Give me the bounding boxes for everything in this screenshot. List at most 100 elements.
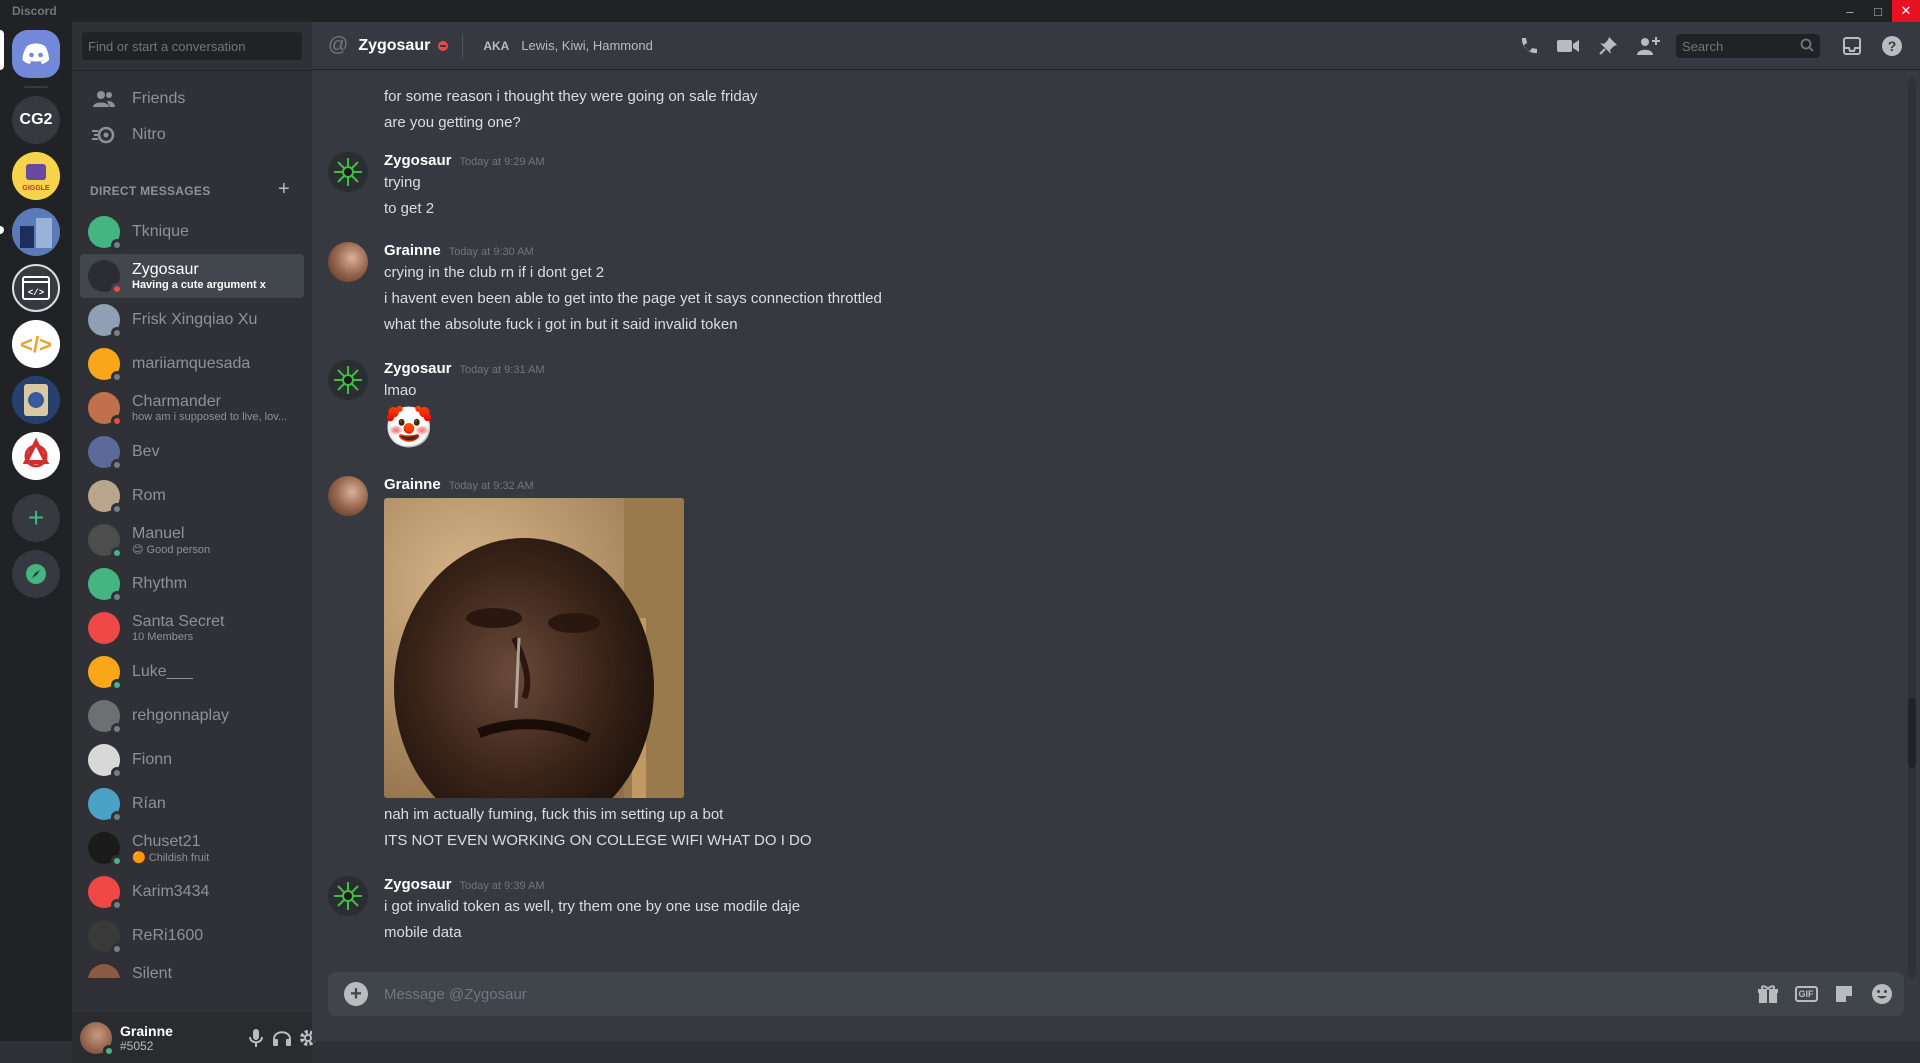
server-image-icon: [12, 376, 60, 424]
dev-logo-icon: </>: [12, 320, 60, 368]
server-icon-7[interactable]: [12, 432, 60, 480]
add-friends-to-dm-button[interactable]: [1636, 34, 1660, 58]
dm-item[interactable]: Rom: [80, 474, 304, 518]
message-author[interactable]: Zygosaur: [384, 152, 452, 169]
server-icon-4[interactable]: </>: [12, 264, 60, 312]
image-attachment[interactable]: [384, 498, 684, 798]
dm-item[interactable]: Santa Secret 10 Members: [80, 606, 304, 650]
server-icon-3[interactable]: [12, 208, 60, 256]
plus-icon: +: [27, 502, 45, 533]
explore-servers-button[interactable]: [12, 550, 60, 598]
add-server-button[interactable]: +: [12, 494, 60, 542]
avatar: [88, 524, 123, 559]
user-panel: Grainne #5052: [72, 1012, 316, 1063]
avatar: [88, 612, 120, 644]
sticker-button[interactable]: [1832, 982, 1856, 1006]
minimize-button[interactable]: –: [1836, 0, 1864, 22]
status-offline-icon: [111, 239, 123, 251]
search-input[interactable]: Search: [1676, 34, 1820, 58]
dm-item[interactable]: Charmander how am i supposed to live, lov…: [80, 386, 304, 430]
inbox-button[interactable]: [1840, 34, 1864, 58]
dm-item[interactable]: SilentThis is a test, this only a test: [80, 958, 304, 978]
start-video-call-button[interactable]: [1556, 34, 1580, 58]
dm-item[interactable]: Fionn: [80, 738, 304, 782]
home-button[interactable]: [12, 30, 60, 78]
message-author[interactable]: Zygosaur: [384, 876, 452, 893]
star-burst-avatar-icon: [334, 158, 362, 186]
message-author[interactable]: Zygosaur: [384, 360, 452, 377]
dm-item[interactable]: Frisk Xingqiao Xu: [80, 298, 304, 342]
message-author[interactable]: Grainne: [384, 476, 441, 493]
dm-name: Manuel: [132, 524, 185, 542]
dm-name: Fionn: [132, 751, 173, 768]
create-dm-button[interactable]: +: [278, 178, 290, 201]
server-cg2[interactable]: CG2: [12, 96, 60, 144]
message-scrollbar[interactable]: [1908, 78, 1916, 978]
avatar: [88, 920, 123, 955]
help-button[interactable]: ?: [1880, 34, 1904, 58]
avatar[interactable]: [328, 360, 368, 400]
dm-subtitle: 🟠 Childish fruit: [132, 851, 210, 864]
message-author[interactable]: Grainne: [384, 242, 441, 259]
avatar: [88, 348, 123, 383]
dm-item[interactable]: rehgonnaplay: [80, 694, 304, 738]
scrollbar-thumb[interactable]: [1908, 698, 1916, 768]
smiley-icon: [1872, 984, 1892, 1004]
nav-nitro[interactable]: Nitro: [80, 114, 304, 156]
maximize-button[interactable]: □: [1864, 0, 1892, 22]
phone-call-icon: [1521, 38, 1537, 54]
dm-item[interactable]: ReRi1600: [80, 914, 304, 958]
server-label: CG2: [19, 111, 53, 128]
dm-item[interactable]: Karim3434: [80, 870, 304, 914]
avatar: [88, 832, 123, 867]
deafen-button[interactable]: [272, 1028, 292, 1048]
avatar: [88, 964, 120, 978]
unread-indicator: [0, 226, 4, 234]
status-offline-icon: [111, 767, 123, 779]
message-input[interactable]: Message @Zygosaur: [384, 986, 527, 1003]
close-button[interactable]: ✕: [1892, 0, 1920, 22]
dm-item[interactable]: Manuel 😊 Good person: [80, 518, 304, 562]
dm-item[interactable]: Rhythm: [80, 562, 304, 606]
upload-button[interactable]: +: [344, 982, 368, 1006]
avatar: [88, 876, 123, 911]
status-offline-icon: [111, 503, 123, 515]
dm-item[interactable]: Chuset21 🟠 Childish fruit: [80, 826, 304, 870]
dm-item[interactable]: Rían: [80, 782, 304, 826]
dm-item[interactable]: mariiamquesada: [80, 342, 304, 386]
server-icon-5[interactable]: </>: [12, 320, 60, 368]
message-header: Zygosaur Today at 9:29 AM: [384, 152, 545, 169]
avatar[interactable]: [80, 1021, 115, 1057]
status-online-icon: [111, 547, 123, 559]
gift-button[interactable]: [1756, 982, 1780, 1006]
dm-item[interactable]: Zygosaur Having a cute argument x: [80, 254, 304, 298]
dm-item[interactable]: Luke___: [80, 650, 304, 694]
dm-name: Karim3434: [132, 883, 210, 900]
dm-name: Santa Secret: [132, 613, 225, 630]
server-icon-6[interactable]: [12, 376, 60, 424]
avatar: [88, 480, 123, 515]
gif-button[interactable]: GIF: [1794, 982, 1818, 1006]
dm-item[interactable]: Bev: [80, 430, 304, 474]
at-sign-icon: @: [328, 34, 349, 56]
emoji-button[interactable]: [1870, 982, 1894, 1006]
mute-button[interactable]: [246, 1028, 266, 1048]
message-text: crying in the club rn if i dont get 2: [384, 264, 605, 281]
friends-icon: [88, 83, 120, 115]
status-online-icon: [103, 1044, 115, 1057]
message-text: lmao: [384, 382, 417, 399]
find-conversation-button[interactable]: Find or start a conversation: [82, 32, 302, 60]
divider: [72, 70, 312, 71]
status-online-icon: [111, 855, 123, 867]
dm-item[interactable]: Tknique: [80, 210, 304, 254]
message-header: Zygosaur Today at 9:31 AM: [384, 360, 545, 377]
pinned-messages-button[interactable]: [1596, 34, 1620, 58]
server-icon-2[interactable]: GIGGLE: [12, 152, 60, 200]
avatar[interactable]: [328, 476, 368, 516]
avatar[interactable]: [328, 876, 368, 916]
avatar[interactable]: [328, 152, 368, 192]
start-voice-call-button[interactable]: [1516, 34, 1540, 58]
status-offline-icon: [111, 459, 123, 471]
message-text: nah im actually fuming, fuck this im set…: [384, 806, 724, 823]
avatar[interactable]: [328, 242, 368, 282]
